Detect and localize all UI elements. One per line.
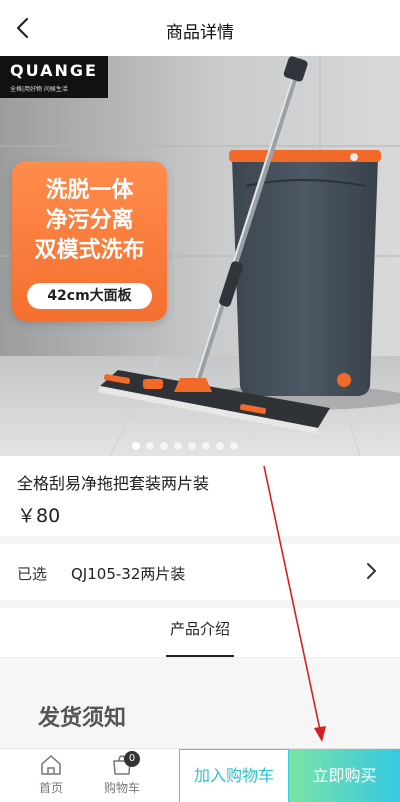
product-detail-page: 商品详情 QUANGE 全格|用好物 问候生活 洗脱一体 净污分离 双模式洗布 …	[0, 0, 400, 802]
carousel-dot[interactable]	[202, 442, 210, 450]
shipping-notice-section: 发货须知	[0, 658, 400, 748]
tabbar-home[interactable]: 首页	[21, 753, 81, 796]
page-title: 商品详情	[166, 23, 234, 43]
promo-line: 双模式洗布	[34, 238, 145, 263]
add-to-cart-button[interactable]: 加入购物车	[179, 749, 289, 802]
carousel-dot-active[interactable]	[132, 442, 140, 450]
carousel-dot[interactable]	[188, 442, 196, 450]
carousel-dot[interactable]	[174, 442, 182, 450]
brand-name: QUANGE	[10, 61, 98, 80]
carousel-dot[interactable]	[216, 442, 224, 450]
section-divider	[0, 600, 400, 608]
tabbar-cart-label: 购物车	[103, 781, 140, 795]
carousel-dot[interactable]	[146, 442, 154, 450]
promo-pill: 42cm大面板	[27, 283, 152, 309]
product-price: ￥80	[17, 505, 61, 527]
promo-line: 洗脱一体	[45, 178, 134, 203]
spec-selector[interactable]: 已选 QJ105-32两片装	[0, 544, 400, 600]
promo-line: 净污分离	[45, 208, 134, 233]
shipping-notice-title: 发货须知	[38, 706, 127, 731]
home-icon	[41, 755, 61, 775]
carousel-dot[interactable]	[230, 442, 238, 450]
product-image-carousel[interactable]: QUANGE 全格|用好物 问候生活 洗脱一体 净污分离 双模式洗布 42cm大…	[0, 56, 400, 456]
spec-value: QJ105-32两片装	[71, 565, 186, 583]
buy-now-button[interactable]: 立即购买	[289, 749, 400, 802]
carousel-dots[interactable]	[132, 442, 238, 450]
promo-card: 洗脱一体 净污分离 双模式洗布 42cm大面板	[12, 161, 167, 321]
section-divider	[0, 536, 400, 544]
top-nav-bar: 商品详情	[0, 0, 400, 56]
chevron-right-icon	[367, 563, 376, 579]
spec-label: 已选	[17, 565, 48, 583]
bottom-action-bar: 首页 0 购物车 加入购物车 立即购买	[0, 748, 400, 802]
carousel-dot[interactable]	[160, 442, 168, 450]
cart-count-badge: 0	[124, 751, 140, 767]
brand-tagline: 全格|用好物 问候生活	[10, 86, 68, 93]
product-name: 全格刮易净拖把套装两片装	[17, 474, 210, 493]
product-info: 全格刮易净拖把套装两片装 ￥80	[0, 456, 400, 536]
tabbar-home-label: 首页	[38, 781, 63, 795]
brand-logo: QUANGE 全格|用好物 问候生活	[0, 56, 108, 98]
tab-product-intro[interactable]: 产品介绍	[160, 618, 240, 639]
tabbar-cart[interactable]: 0 购物车	[92, 751, 152, 796]
